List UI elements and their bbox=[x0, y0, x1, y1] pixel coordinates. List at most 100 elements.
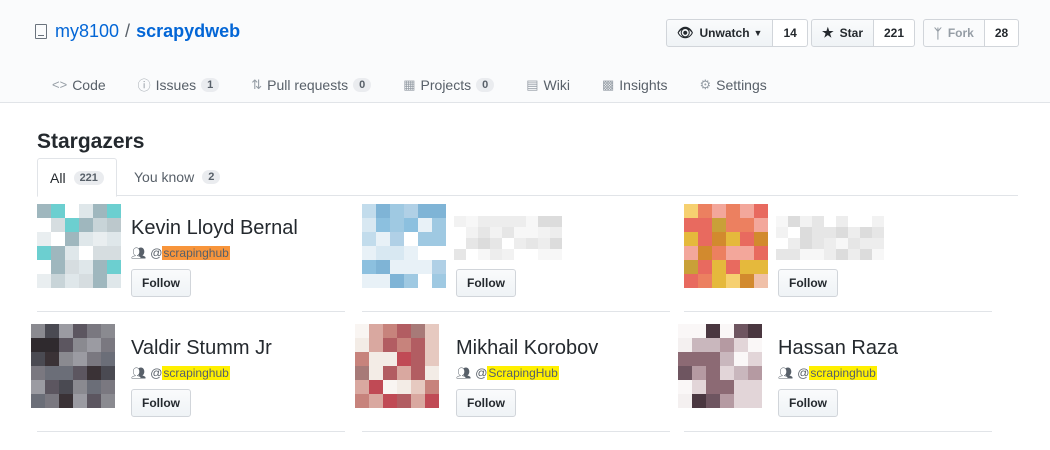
pixel-block bbox=[538, 227, 550, 238]
pixel-block bbox=[383, 380, 397, 394]
pixel-block bbox=[788, 227, 800, 238]
pixel-block bbox=[698, 260, 712, 274]
pixel-block bbox=[788, 216, 800, 227]
follow-button[interactable]: Follow bbox=[456, 389, 516, 417]
stargazer-name[interactable]: Mikhail Korobov bbox=[456, 337, 598, 360]
pixel-block bbox=[734, 352, 748, 366]
pixel-block bbox=[404, 246, 418, 260]
pixel-block bbox=[776, 238, 788, 249]
avatar[interactable] bbox=[31, 324, 115, 408]
pixel-block bbox=[107, 218, 121, 232]
pixel-block bbox=[397, 352, 411, 366]
pixel-block bbox=[684, 232, 698, 246]
stargazer-name[interactable]: Valdir Stumm Jr bbox=[131, 337, 272, 360]
pixel-block bbox=[848, 249, 860, 260]
pixel-block bbox=[712, 218, 726, 232]
pixel-block bbox=[355, 352, 369, 366]
star-button[interactable]: ★ Star bbox=[811, 19, 874, 47]
pixel-block bbox=[87, 324, 101, 338]
pixel-block bbox=[411, 324, 425, 338]
pixel-block bbox=[93, 204, 107, 218]
tab-pull-requests-label: Pull requests bbox=[267, 76, 349, 93]
pixel-block bbox=[418, 246, 432, 260]
repo-owner-link[interactable]: my8100 bbox=[55, 21, 119, 42]
pixel-block bbox=[59, 366, 73, 380]
star-count[interactable]: 221 bbox=[874, 19, 916, 47]
follow-button[interactable]: Follow bbox=[131, 389, 191, 417]
repo-name-link[interactable]: scrapydweb bbox=[136, 21, 240, 42]
pixel-block bbox=[502, 238, 514, 249]
pixel-block bbox=[397, 394, 411, 408]
tab-code[interactable]: <> Code bbox=[52, 75, 106, 94]
org-prefix: @ bbox=[150, 366, 163, 380]
pixel-block bbox=[432, 246, 446, 260]
tab-settings-label: Settings bbox=[716, 76, 767, 93]
pixel-block bbox=[800, 227, 812, 238]
pixel-block bbox=[526, 216, 538, 227]
pixel-block bbox=[425, 338, 439, 352]
pixel-block bbox=[514, 227, 526, 238]
pixel-block bbox=[550, 249, 562, 260]
pixel-block bbox=[490, 216, 502, 227]
tab-projects[interactable]: ▦ Projects 0 bbox=[403, 75, 495, 94]
fork-button[interactable]: ᛉ Fork bbox=[923, 19, 985, 47]
pixel-block bbox=[748, 338, 762, 352]
pixel-block bbox=[812, 216, 824, 227]
redacted-name bbox=[454, 216, 562, 260]
subtab-you-know[interactable]: You know 2 bbox=[122, 158, 232, 196]
follow-button[interactable]: Follow bbox=[778, 389, 838, 417]
fork-count[interactable]: 28 bbox=[984, 19, 1020, 47]
watch-group: 👁︎ Unwatch ▼ 14 bbox=[666, 19, 808, 47]
pixel-block bbox=[418, 260, 432, 274]
pixel-block bbox=[362, 218, 376, 232]
pixel-block bbox=[526, 249, 538, 260]
pixel-block bbox=[726, 246, 740, 260]
avatar[interactable] bbox=[355, 324, 439, 408]
tab-wiki-label: Wiki bbox=[543, 76, 570, 93]
pixel-block bbox=[706, 338, 720, 352]
stargazer-name[interactable]: Kevin Lloyd Bernal bbox=[131, 217, 298, 240]
caret-down-icon: ▼ bbox=[753, 28, 763, 38]
issue-icon: ⓘ bbox=[137, 78, 151, 93]
pixel-block bbox=[355, 324, 369, 338]
pixel-block bbox=[788, 249, 800, 260]
pixel-block bbox=[526, 227, 538, 238]
unwatch-button[interactable]: 👁︎ Unwatch ▼ bbox=[666, 19, 774, 47]
pixel-block bbox=[678, 324, 692, 338]
pixel-block bbox=[712, 260, 726, 274]
tab-issues[interactable]: ⓘ Issues 1 bbox=[138, 75, 220, 94]
stargazer-name[interactable]: Hassan Raza bbox=[778, 337, 898, 360]
avatar[interactable] bbox=[37, 204, 121, 288]
follow-button[interactable]: Follow bbox=[131, 269, 191, 297]
avatar[interactable] bbox=[362, 204, 446, 288]
pixel-block bbox=[87, 380, 101, 394]
page-title: Stargazers bbox=[37, 130, 145, 153]
avatar[interactable] bbox=[684, 204, 768, 288]
pixel-block bbox=[824, 238, 836, 249]
pixel-block bbox=[466, 216, 478, 227]
pixel-block bbox=[65, 204, 79, 218]
subtab-all[interactable]: All 221 bbox=[37, 158, 117, 197]
pixel-block bbox=[754, 260, 768, 274]
pixel-block bbox=[720, 394, 734, 408]
follow-button[interactable]: Follow bbox=[778, 269, 838, 297]
pixel-block bbox=[466, 227, 478, 238]
tab-insights[interactable]: ▩ Insights bbox=[602, 75, 668, 94]
pixel-block bbox=[45, 366, 59, 380]
tab-projects-count: 0 bbox=[476, 77, 495, 92]
pixel-block bbox=[390, 246, 404, 260]
pixel-block bbox=[37, 274, 51, 288]
pixel-block bbox=[87, 394, 101, 408]
pixel-block bbox=[800, 238, 812, 249]
pixel-block bbox=[550, 238, 562, 249]
tab-pull-requests[interactable]: ⇅ Pull requests 0 bbox=[251, 75, 372, 94]
follow-button[interactable]: Follow bbox=[456, 269, 516, 297]
pixel-block bbox=[107, 204, 121, 218]
tab-insights-label: Insights bbox=[619, 76, 668, 93]
pixel-block bbox=[490, 227, 502, 238]
tab-wiki[interactable]: ▤ Wiki bbox=[526, 75, 570, 94]
tab-settings[interactable]: ⚙ Settings bbox=[700, 75, 767, 94]
watch-count[interactable]: 14 bbox=[773, 19, 808, 47]
pixel-block bbox=[848, 227, 860, 238]
avatar[interactable] bbox=[678, 324, 762, 408]
